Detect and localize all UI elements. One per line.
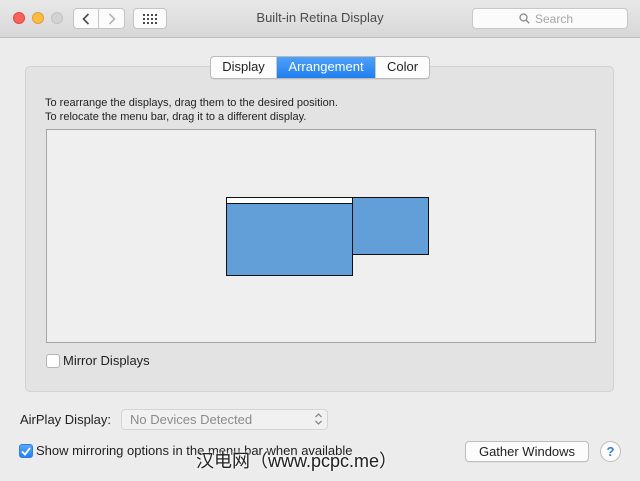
- search-field[interactable]: [472, 8, 628, 29]
- instruction-menubar: To relocate the menu bar, drag it to a d…: [45, 111, 307, 123]
- mirror-displays-checkbox[interactable]: [46, 354, 60, 368]
- instruction-rearrange: To rearrange the displays, drag them to …: [45, 97, 338, 109]
- chevron-left-icon: [82, 12, 90, 25]
- forward-button[interactable]: [99, 8, 125, 29]
- chevron-updown-icon: [315, 413, 322, 425]
- zoom-window-button: [51, 12, 63, 24]
- back-button[interactable]: [73, 8, 99, 29]
- checkmark-icon: [21, 446, 31, 456]
- mirror-displays-label: Mirror Displays: [63, 353, 150, 368]
- close-window-button[interactable]: [13, 12, 25, 24]
- airplay-selected-value: No Devices Detected: [130, 412, 253, 427]
- airplay-display-popup: No Devices Detected: [121, 409, 328, 430]
- show-all-button[interactable]: [133, 8, 167, 29]
- tab-color[interactable]: Color: [375, 57, 429, 78]
- grid-icon: [143, 13, 157, 24]
- preferences-window: Built-in Retina Display Display Arrangem…: [0, 0, 640, 481]
- tab-bar: Display Arrangement Color: [210, 56, 430, 79]
- main-display[interactable]: [226, 197, 353, 276]
- menu-bar-handle[interactable]: [227, 198, 352, 204]
- help-button[interactable]: ?: [600, 441, 621, 462]
- secondary-display[interactable]: [352, 197, 429, 255]
- titlebar: Built-in Retina Display: [0, 0, 640, 38]
- tab-arrangement[interactable]: Arrangement: [277, 57, 375, 78]
- search-icon: [519, 13, 530, 24]
- airplay-display-label: AirPlay Display:: [20, 412, 112, 427]
- minimize-window-button[interactable]: [32, 12, 44, 24]
- gather-windows-button[interactable]: Gather Windows: [465, 441, 589, 462]
- show-mirroring-options-checkbox[interactable]: [19, 444, 33, 458]
- watermark-text: 汉电网（www.pcpc.me）: [196, 451, 398, 471]
- chevron-right-icon: [108, 12, 116, 25]
- tab-display[interactable]: Display: [211, 57, 277, 78]
- search-input[interactable]: [535, 11, 581, 26]
